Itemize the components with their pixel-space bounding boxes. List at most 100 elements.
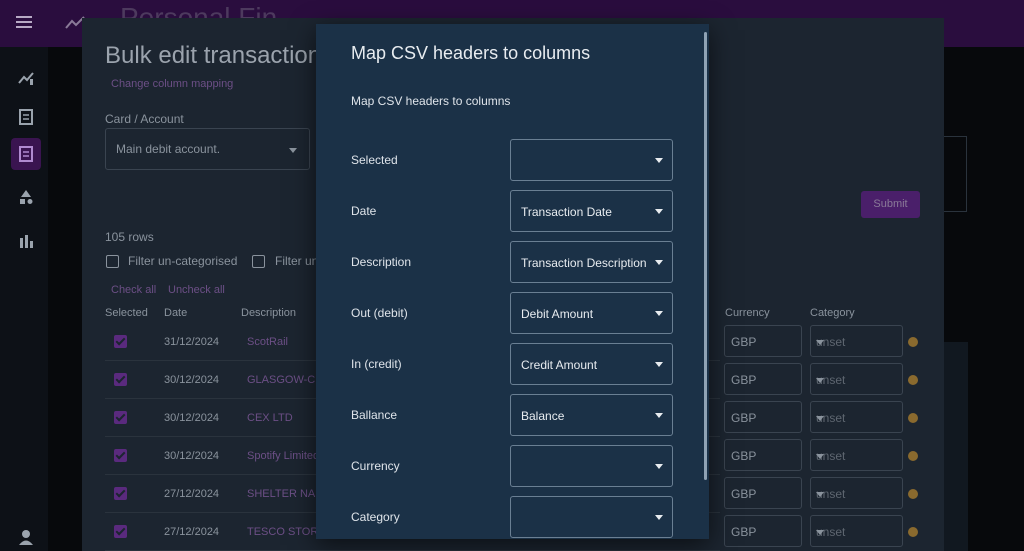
menu-icon[interactable] (14, 13, 34, 33)
field-label: Date (351, 204, 377, 218)
sidebar-item-dashboard[interactable] (11, 62, 41, 94)
chevron-down-icon (655, 209, 663, 214)
row-currency-input[interactable]: GBP (724, 439, 802, 471)
row-description[interactable]: ScotRail (247, 336, 288, 348)
chevron-down-icon (816, 378, 824, 383)
row-date: 27/12/2024 (164, 488, 220, 500)
filter-uncategorised-checkbox[interactable] (106, 255, 119, 268)
filter-second-label: Filter un (275, 254, 319, 268)
dialog-subtitle: Map CSV headers to columns (351, 94, 511, 108)
row-description[interactable]: Spotify Limited (247, 450, 319, 462)
column-header-description: Description (241, 307, 297, 319)
row-checkbox[interactable] (114, 411, 127, 424)
row-description[interactable]: CEX LTD (247, 412, 293, 424)
column-mapping-select[interactable]: Debit Amount (510, 292, 673, 334)
chevron-down-icon (816, 454, 824, 459)
row-date: 27/12/2024 (164, 526, 220, 538)
row-currency-value: GBP (731, 449, 757, 463)
row-checkbox[interactable] (114, 525, 127, 538)
status-dot (908, 489, 918, 499)
dashboard-icon (18, 72, 34, 85)
column-header-currency: Currency (725, 307, 770, 319)
row-checkbox[interactable] (114, 373, 127, 386)
sidebar-item-categories[interactable] (11, 181, 41, 213)
map-csv-headers-dialog: Map CSV headers to columns Map CSV heade… (316, 24, 709, 539)
sidebar-item-reports[interactable] (11, 225, 41, 257)
check-all-link[interactable]: Check all (111, 284, 156, 296)
status-dot (908, 375, 918, 385)
shapes-icon (20, 190, 33, 204)
selected-header: Debit Amount (521, 307, 594, 321)
row-currency-value: GBP (731, 487, 757, 501)
account-select[interactable]: Main debit account. (105, 128, 310, 170)
row-checkbox[interactable] (114, 449, 127, 462)
chevron-down-icon (655, 158, 663, 163)
uncheck-all-link[interactable]: Uncheck all (168, 284, 225, 296)
row-currency-input[interactable]: GBP (724, 477, 802, 509)
row-checkbox[interactable] (114, 335, 127, 348)
change-column-mapping-link[interactable]: Change column mapping (111, 78, 233, 90)
column-mapping-select[interactable]: Balance (510, 394, 673, 436)
filter-uncategorised-label: Filter un-categorised (128, 254, 238, 268)
bar-chart-icon (20, 235, 33, 248)
selected-header: Transaction Date (521, 205, 612, 219)
column-mapping-select[interactable] (510, 496, 673, 538)
column-mapping-select[interactable]: Credit Amount (510, 343, 673, 385)
row-category-select[interactable]: unset (810, 401, 903, 433)
chevron-down-icon (655, 464, 663, 469)
row-currency-value: GBP (731, 411, 757, 425)
row-currency-value: GBP (731, 373, 757, 387)
row-description[interactable]: SHELTER NA (247, 488, 315, 500)
submit-button[interactable]: Submit (861, 191, 920, 218)
column-mapping-select[interactable] (510, 445, 673, 487)
row-category-select[interactable]: unset (810, 439, 903, 471)
chevron-down-icon (816, 416, 824, 421)
rows-count: 105 rows (105, 230, 154, 244)
row-description[interactable]: TESCO STOR (247, 526, 318, 538)
row-checkbox[interactable] (114, 487, 127, 500)
status-dot (908, 413, 918, 423)
field-label: Selected (351, 153, 398, 167)
column-mapping-select[interactable]: Transaction Date (510, 190, 673, 232)
account-label: Card / Account (105, 112, 184, 126)
chevron-down-icon (655, 311, 663, 316)
row-date: 30/12/2024 (164, 412, 220, 424)
sidebar-item-receipts[interactable] (11, 138, 41, 170)
field-label: In (credit) (351, 357, 402, 371)
column-mapping-select[interactable] (510, 139, 673, 181)
account-value: Main debit account. (116, 142, 221, 156)
chevron-down-icon (816, 340, 824, 345)
column-header-selected: Selected (105, 307, 148, 319)
dialog-title: Map CSV headers to columns (351, 43, 591, 63)
row-currency-value: GBP (731, 335, 757, 349)
field-label: Ballance (351, 408, 398, 422)
row-category-select[interactable]: unset (810, 325, 903, 357)
chevron-down-icon (289, 148, 297, 153)
row-category-select[interactable]: unset (810, 477, 903, 509)
row-date: 31/12/2024 (164, 336, 220, 348)
row-currency-input[interactable]: GBP (724, 363, 802, 395)
row-currency-input[interactable]: GBP (724, 401, 802, 433)
row-description[interactable]: GLASGOW-C (247, 374, 315, 386)
sidebar-item-list[interactable] (11, 101, 41, 133)
sidebar-item-account[interactable] (11, 521, 41, 551)
row-date: 30/12/2024 (164, 450, 220, 462)
column-header-date: Date (164, 307, 188, 319)
row-category-select[interactable]: unset (810, 515, 903, 547)
row-category-select[interactable]: unset (810, 363, 903, 395)
scroll-strip (944, 342, 968, 551)
column-mapping-select[interactable]: Transaction Description (510, 241, 673, 283)
row-currency-input[interactable]: GBP (724, 515, 802, 547)
row-currency-input[interactable]: GBP (724, 325, 802, 357)
chevron-down-icon (655, 413, 663, 418)
status-dot (908, 337, 918, 347)
receipt-icon (19, 146, 33, 162)
chevron-down-icon (655, 260, 663, 265)
selected-header: Transaction Description (521, 256, 647, 270)
chevron-down-icon (655, 515, 663, 520)
scrollbar[interactable] (704, 32, 707, 480)
selected-header: Credit Amount (521, 358, 598, 372)
list-icon (19, 109, 33, 125)
filter-second-checkbox[interactable] (252, 255, 265, 268)
chevron-down-icon (816, 492, 824, 497)
